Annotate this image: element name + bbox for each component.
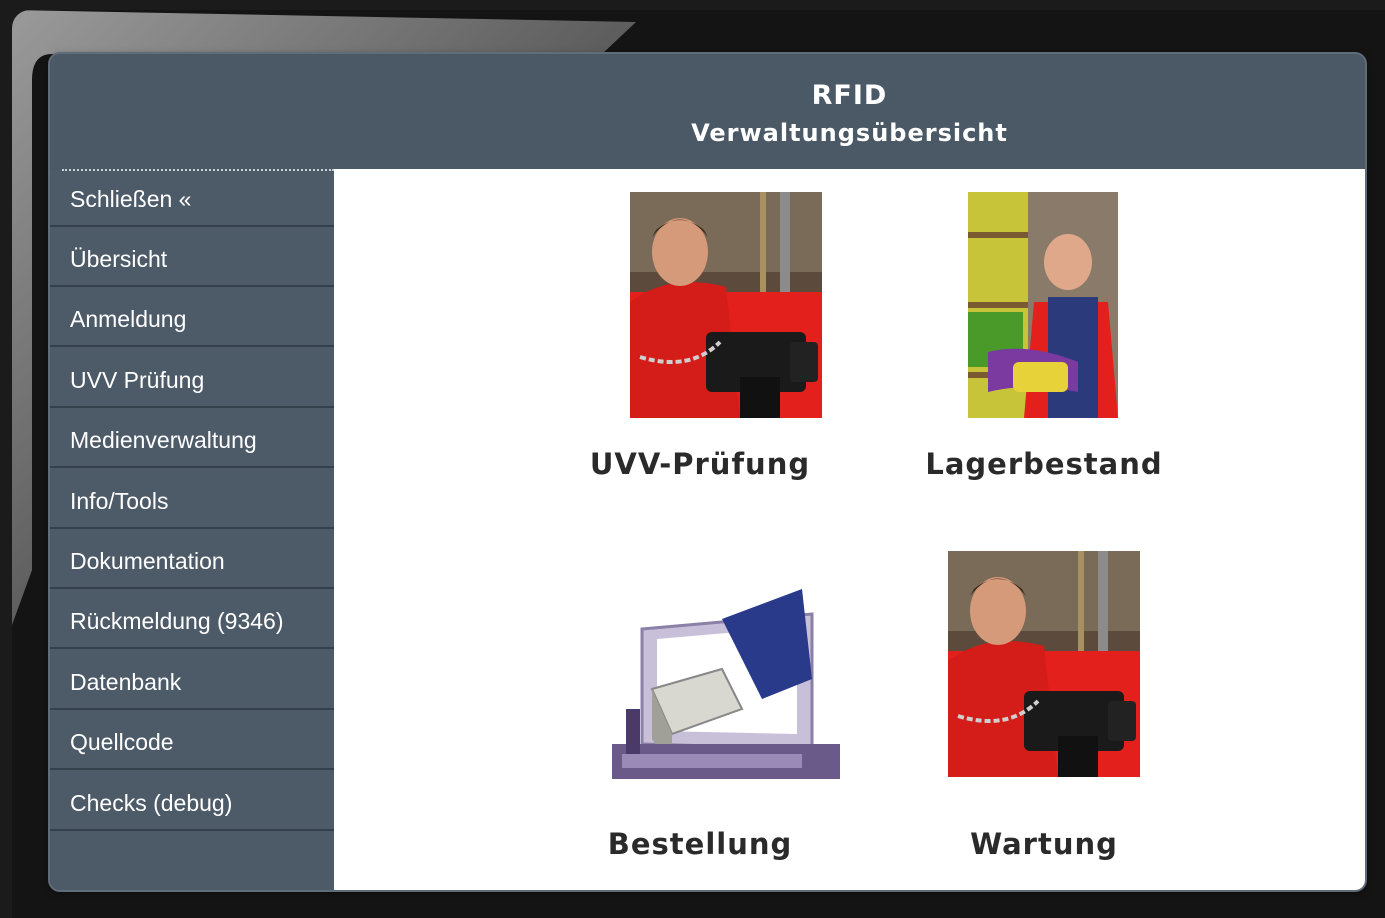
sidebar-item-documentation[interactable]: Dokumentation (50, 531, 334, 589)
tile-wartung[interactable]: Wartung (924, 539, 1174, 879)
sidebar-item-uvv-inspection[interactable]: UVV Prüfung (50, 350, 334, 408)
sidebar-item-source-code[interactable]: Quellcode (50, 712, 334, 770)
sidebar-nav: Schließen « Übersicht Anmeldung UVV Prüf… (50, 169, 334, 890)
tile-label-lagerbestand: Lagerbestand (925, 447, 1163, 481)
page-subtitle: Verwaltungsübersicht (691, 119, 1008, 147)
worker-chain-hoist-photo-icon (630, 192, 822, 418)
header: RFID Verwaltungsübersicht (50, 54, 1365, 169)
tile-uvv-pruefung[interactable]: UVV-Prüfung (570, 169, 830, 509)
tile-lagerbestand[interactable]: Lagerbestand (924, 169, 1174, 509)
tile-label-wartung: Wartung (970, 827, 1118, 861)
tile-label-uvv-pruefung: UVV-Prüfung (589, 447, 811, 481)
monitor-package-photo-icon (612, 539, 840, 779)
sidebar-item-overview[interactable]: Übersicht (50, 229, 334, 287)
sidebar-item-info-tools[interactable]: Info/Tools (50, 471, 334, 529)
warehouse-worker-photo-icon (968, 192, 1118, 418)
sidebar-item-database[interactable]: Datenbank (50, 652, 334, 710)
sidebar-item-media-management[interactable]: Medienverwaltung (50, 410, 334, 468)
sidebar-item-login[interactable]: Anmeldung (50, 289, 334, 347)
sidebar-item-checks-debug[interactable]: Checks (debug) (50, 773, 334, 831)
sidebar-item-close[interactable]: Schließen « (50, 169, 334, 227)
tile-label-bestellung: Bestellung (607, 827, 793, 861)
sidebar-item-feedback[interactable]: Rückmeldung (9346) (50, 591, 334, 649)
tile-bestellung[interactable]: Bestellung (570, 539, 840, 879)
worker-chain-hoist-photo-icon (948, 551, 1140, 777)
page-title: RFID (811, 80, 888, 111)
main-panel: RFID Verwaltungsübersicht Schließen « Üb… (50, 54, 1365, 890)
content-area: UVV-Prüfung Lagerbestand Bestellung Wart… (334, 169, 1365, 890)
